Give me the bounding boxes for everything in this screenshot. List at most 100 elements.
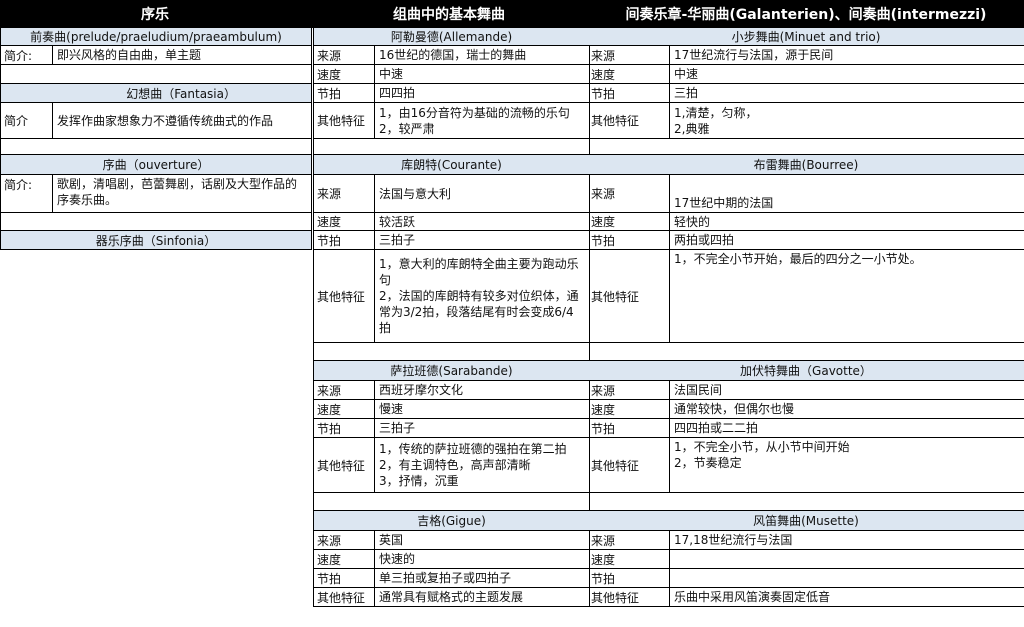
column-intermezzi: 小步舞曲(Minuet and trio) 来源 17世纪流行与法国，源于民间 速… (588, 28, 1024, 607)
source-label: 来源 (314, 175, 375, 212)
gavotte-source: 法国民间 (674, 383, 723, 397)
prelude-title: 前奏曲(prelude/praeludium/praeambulum) (30, 30, 282, 44)
minuet-other-row: 其他特征 1,清楚，匀称， 2,典雅 (588, 103, 1024, 139)
musette-other: 乐曲中采用风笛演奏固定低音 (674, 590, 831, 604)
gavotte-tempo-row: 速度 通常较快，但偶尔也慢 (588, 400, 1024, 419)
gigue-tempo-row: 速度 快速的 (314, 550, 589, 569)
gigue-title: 吉格(Gigue) (417, 514, 486, 528)
allemande-meter: 四四拍 (379, 86, 416, 100)
other-label: 其他特征 (314, 103, 375, 138)
musette-other-row: 其他特征 乐曲中采用风笛演奏固定低音 (588, 588, 1024, 607)
minuet-source: 17世纪流行与法国，源于民间 (674, 48, 834, 62)
blank-row (314, 343, 589, 361)
allemande-tempo-row: 速度 中速 (314, 65, 589, 84)
minuet-meter-row: 节拍 三拍 (588, 84, 1024, 103)
gigue-meter: 单三拍或复拍子或四拍子 (379, 571, 512, 585)
blank-row (588, 139, 1024, 155)
sarabande-meter-row: 节拍 三拍子 (314, 419, 589, 438)
musette-source: 17,18世纪流行与法国 (674, 533, 793, 547)
overture-text: 歌剧，清唱剧，芭蕾舞剧，话剧及大型作品的序奏乐曲。 (57, 177, 298, 207)
other-label: 其他特征 (588, 588, 670, 606)
source-label: 来源 (314, 531, 375, 549)
column-prelude: 前奏曲(prelude/praeludium/praeambulum) 简介: … (0, 28, 312, 250)
minuet-source-row: 来源 17世纪流行与法国，源于民间 (588, 46, 1024, 65)
bourree-meter: 两拍或四拍 (674, 233, 735, 247)
gavotte-meter-row: 节拍 四四拍或二二拍 (588, 419, 1024, 438)
column-basic-dances: 阿勒曼德(Allemande) 来源 16世纪的德国，瑞士的舞曲 速度 中速 节拍 四… (313, 28, 590, 607)
tempo-label: 速度 (588, 65, 670, 83)
courante-source-row: 来源 法国与意大利 (314, 175, 589, 213)
section-title-allemande: 阿勒曼德(Allemande) (314, 28, 589, 46)
tempo-label: 速度 (588, 550, 670, 568)
minuet-tempo: 中速 (674, 67, 699, 81)
gigue-other-row: 其他特征 通常具有赋格式的主题发展 (314, 588, 589, 607)
musette-meter (670, 569, 1024, 587)
section-title-courante: 库朗特(Courante) (314, 155, 589, 175)
courante-other-row: 其他特征 1，意大利的库朗特全曲主要为跑动乐句 2，法国的库朗特有较多对位织体，通… (314, 250, 589, 343)
minuet-tempo-row: 速度 中速 (588, 65, 1024, 84)
source-label: 来源 (588, 531, 670, 549)
bourree-source: 17世纪中期的法国 (674, 196, 774, 210)
section-title-minuet: 小步舞曲(Minuet and trio) (588, 28, 1024, 46)
fantasia-text: 发挥作曲家想象力不遵循传统曲式的作品 (57, 113, 274, 128)
sarabande-source: 西班牙摩尔文化 (379, 383, 464, 397)
bourree-other: 1，不完全小节开始，最后的四分之一小节处。 (674, 252, 922, 266)
source-label: 来源 (588, 381, 670, 399)
blank-row (314, 139, 589, 155)
meter-label: 节拍 (314, 419, 375, 437)
meter-label: 节拍 (588, 569, 670, 587)
gavotte-title: 加伏特舞曲（Gavotte） (740, 364, 872, 378)
other-label: 其他特征 (314, 438, 375, 492)
sarabande-other: 1，传统的萨拉班德的强拍在第二拍 2，有主调特色，高声部清晰 3，抒情，沉重 (379, 442, 567, 488)
bourree-tempo-row: 速度 轻快的 (588, 213, 1024, 231)
header-prelude-music: 序乐 (0, 0, 310, 28)
overture-title: 序曲（ouverture） (102, 158, 210, 172)
gigue-other: 通常具有赋格式的主题发展 (379, 590, 524, 604)
musette-title: 风笛舞曲(Musette) (753, 514, 859, 528)
courante-meter-row: 节拍 三拍子 (314, 231, 589, 250)
gavotte-other: 1，不完全小节，从小节中间开始 2，节奏稳定 (674, 440, 850, 470)
sinfonia-title: 器乐序曲（Sinfonia） (95, 233, 217, 248)
sarabande-tempo-row: 速度 慢速 (314, 400, 589, 419)
musette-tempo-row: 速度 (588, 550, 1024, 569)
sarabande-tempo: 慢速 (379, 402, 404, 416)
header-basic-dances: 组曲中的基本舞曲 (310, 0, 588, 28)
meter-label: 节拍 (314, 231, 375, 249)
gavotte-tempo: 通常较快，但偶尔也慢 (674, 402, 795, 416)
blank-row (314, 493, 589, 511)
blank-row (1, 65, 311, 84)
bourree-title: 布雷舞曲(Bourree) (753, 158, 859, 172)
allemande-title: 阿勒曼德(Allemande) (390, 30, 513, 44)
gavotte-other-row: 其他特征 1，不完全小节，从小节中间开始 2，节奏稳定 (588, 438, 1024, 493)
prelude-label: 简介: (1, 46, 53, 64)
meter-label: 节拍 (588, 419, 670, 437)
sarabande-other-row: 其他特征 1，传统的萨拉班德的强拍在第二拍 2，有主调特色，高声部清晰 3，抒情，… (314, 438, 589, 493)
bourree-tempo: 轻快的 (674, 214, 711, 229)
sarabande-source-row: 来源 西班牙摩尔文化 (314, 381, 589, 400)
other-label: 其他特征 (588, 250, 670, 342)
section-title-gavotte: 加伏特舞曲（Gavotte） (588, 361, 1024, 381)
tempo-label: 速度 (314, 550, 375, 568)
source-label: 来源 (314, 46, 375, 64)
source-label: 来源 (314, 381, 375, 399)
gigue-tempo: 快速的 (379, 552, 416, 566)
section-title-prelude: 前奏曲(prelude/praeludium/praeambulum) (1, 28, 311, 46)
bourree-meter-row: 节拍 两拍或四拍 (588, 231, 1024, 250)
prelude-row: 简介: 即兴风格的自由曲，单主题 (1, 46, 311, 65)
musette-tempo (670, 550, 1024, 568)
source-label: 来源 (588, 46, 670, 64)
courante-tempo: 较活跃 (379, 214, 416, 229)
prelude-text: 即兴风格的自由曲，单主题 (57, 48, 202, 62)
section-title-sinfonia: 器乐序曲（Sinfonia） (1, 231, 311, 250)
allemande-other-row: 其他特征 1，由16分音符为基础的流畅的乐句 2，较严肃 (314, 103, 589, 139)
blank-row (588, 343, 1024, 361)
fantasia-row: 简介 发挥作曲家想象力不遵循传统曲式的作品 (1, 103, 311, 139)
source-label: 来源 (588, 175, 670, 212)
other-label: 其他特征 (588, 438, 670, 492)
section-title-sarabande: 萨拉班德(Sarabande) (314, 361, 589, 381)
overture-label: 简介: (1, 175, 53, 212)
gigue-source: 英国 (379, 533, 404, 547)
sarabande-title: 萨拉班德(Sarabande) (390, 364, 513, 378)
courante-source: 法国与意大利 (379, 186, 452, 201)
allemande-source-row: 来源 16世纪的德国，瑞士的舞曲 (314, 46, 589, 65)
